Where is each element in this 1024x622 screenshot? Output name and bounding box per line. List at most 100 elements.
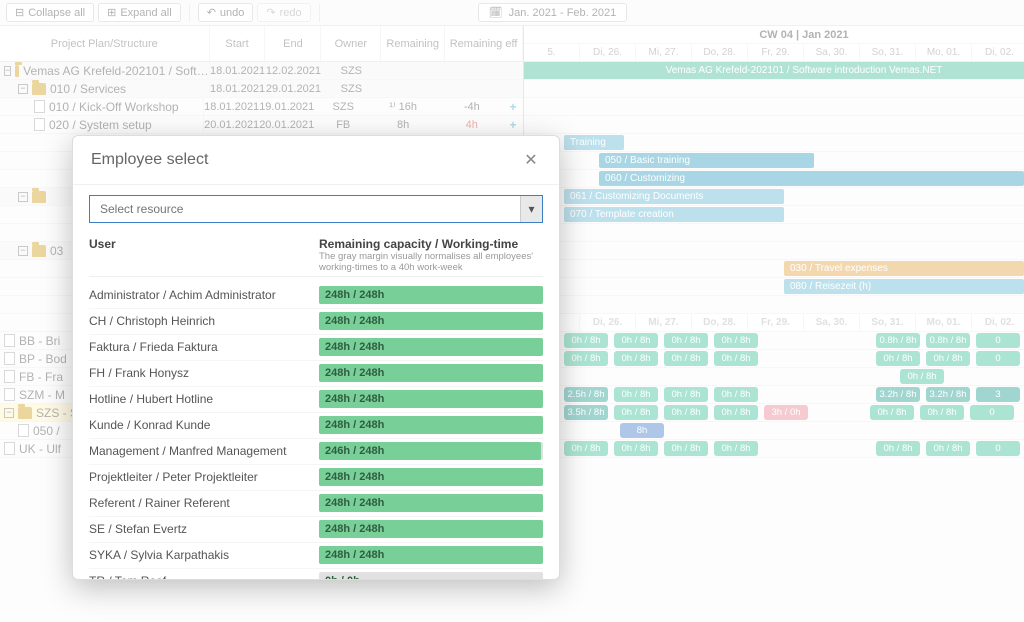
col-owner: Owner (321, 26, 381, 61)
list-header: User Remaining capacity / Working-time T… (89, 233, 543, 277)
user-row[interactable]: TR / Tom Reef0h / 0h (89, 569, 543, 579)
capacity-pill[interactable]: 0h / 8h (564, 333, 608, 348)
date-range-button[interactable]: 🗓 Jan. 2021 - Feb. 2021 (478, 3, 628, 22)
capacity-pill[interactable]: 0h / 8h (714, 441, 758, 456)
capacity-pill[interactable]: 0h / 8h (614, 351, 658, 366)
close-icon[interactable]: ✕ (521, 150, 541, 170)
user-list[interactable]: Administrator / Achim Administrator248h … (89, 283, 543, 579)
gantt-row: 050 / Basic training (524, 152, 1024, 170)
redo-button[interactable]: ↷ redo (257, 3, 310, 22)
capacity-pill[interactable]: 3 (976, 387, 1020, 402)
capacity-pill[interactable]: 8h (620, 423, 664, 438)
capacity-pill[interactable]: 0h / 8h (714, 333, 758, 348)
task-bar[interactable]: Training (564, 135, 624, 150)
task-bar[interactable]: 030 / Travel expenses (784, 261, 1024, 276)
tree-label: BP - Bod (19, 352, 67, 366)
task-bar[interactable]: 050 / Basic training (599, 153, 814, 168)
gantt-row: 0h / 8h (524, 368, 1024, 386)
user-row[interactable]: Hotline / Hubert Hotline248h / 248h (89, 387, 543, 413)
capacity-pill[interactable]: 0h / 8h (714, 387, 758, 402)
user-row[interactable]: Management / Manfred Management246h / 24… (89, 439, 543, 465)
task-bar[interactable]: 061 / Customizing Documents (564, 189, 784, 204)
capacity-pill[interactable]: 0h / 8h (664, 387, 708, 402)
add-icon[interactable]: + (509, 118, 523, 132)
capacity-pill[interactable]: 0h / 8h (714, 351, 758, 366)
capacity-pill[interactable]: 0h / 8h (664, 333, 708, 348)
cell: 18.01.2021 (210, 83, 266, 95)
user-row[interactable]: Faktura / Frieda Faktura248h / 248h (89, 335, 543, 361)
capacity-pill[interactable]: 0 (976, 333, 1020, 348)
capacity-pill[interactable]: 3.5h / 8h (564, 405, 608, 420)
gantt-row: 8h (524, 422, 1024, 440)
task-bar[interactable]: 080 / Reisezeit (h) (784, 279, 1024, 294)
capacity-pill[interactable]: 0h / 8h (614, 387, 658, 402)
capacity-pill[interactable]: 0h / 8h (564, 441, 608, 456)
user-row[interactable]: CH / Christoph Heinrich248h / 248h (89, 309, 543, 335)
combo-arrow-icon[interactable]: ▾ (520, 196, 542, 222)
capacity-pill[interactable]: 0.8h / 8h (876, 333, 920, 348)
capacity-pill[interactable]: 0h / 8h (664, 441, 708, 456)
capacity-pill[interactable]: 0h / 8h (714, 405, 758, 420)
toggle-icon[interactable]: − (4, 408, 14, 418)
capacity-pill[interactable]: 0h / 8h (664, 405, 708, 420)
user-row[interactable]: Kunde / Konrad Kunde248h / 248h (89, 413, 543, 439)
user-row[interactable]: SE / Stefan Evertz248h / 248h (89, 517, 543, 543)
capacity-pill[interactable]: 0h / 8h (926, 351, 970, 366)
day-cell: Mo, 01. (916, 314, 972, 331)
add-icon[interactable]: + (509, 100, 523, 114)
capacity-pill[interactable]: 0 (970, 405, 1014, 420)
capacity-pill[interactable]: 3.2h / 8h (926, 387, 970, 402)
capacity-pill[interactable]: 0h / 8h (876, 441, 920, 456)
tree-row[interactable]: −010 / Services18.01.202129.01.2021SZS (0, 80, 523, 98)
capacity-pill[interactable]: 0.8h / 8h (926, 333, 970, 348)
task-bar[interactable]: 060 / Customizing (599, 171, 1024, 186)
capacity-pill[interactable]: 0h / 8h (614, 333, 658, 348)
capacity-bar: 246h / 248h (319, 442, 543, 460)
undo-button[interactable]: ↶ undo (198, 3, 254, 22)
user-row[interactable]: FH / Frank Honysz248h / 248h (89, 361, 543, 387)
expand-all-button[interactable]: ⊞ Expand all (98, 3, 181, 22)
collapse-all-button[interactable]: ⊟ Collapse all (6, 3, 94, 22)
toggle-icon[interactable]: − (4, 66, 11, 76)
capacity-pill[interactable]: 0h / 8h (920, 405, 964, 420)
capacity-pill[interactable]: 0h / 8h (926, 441, 970, 456)
user-row[interactable]: SYKA / Sylvia Karpathakis248h / 248h (89, 543, 543, 569)
tree-row[interactable]: −Vemas AG Krefeld-202101 / Soft…18.01.20… (0, 62, 523, 80)
toggle-icon[interactable]: − (18, 84, 28, 94)
capacity-pill[interactable]: 0h / 8h (870, 405, 914, 420)
day-cell: Fr, 29. (748, 44, 804, 61)
capacity-pill[interactable]: 3.2h / 8h (876, 387, 920, 402)
capacity-pill[interactable]: 0h / 8h (614, 405, 658, 420)
capacity-pill[interactable]: 0 (976, 351, 1020, 366)
capacity-pill[interactable]: 2.5h / 8h (564, 387, 608, 402)
capacity-pill[interactable]: 0h / 8h (900, 369, 944, 384)
user-name: Management / Manfred Management (89, 444, 319, 458)
user-row[interactable]: Administrator / Achim Administrator248h … (89, 283, 543, 309)
tree-row[interactable]: 020 / System setup20.01.202120.01.2021FB… (0, 116, 523, 134)
capacity-pill[interactable]: 0 (976, 441, 1020, 456)
day-cell: Sa, 30. (804, 44, 860, 61)
toggle-icon[interactable]: − (18, 192, 28, 202)
day-cell: Do, 28. (692, 314, 748, 331)
tree-label: 020 / System setup (49, 118, 152, 132)
user-row[interactable]: Projektleiter / Peter Projektleiter248h … (89, 465, 543, 491)
capacity-pill[interactable]: 0h / 8h (564, 351, 608, 366)
expand-icon: ⊞ (107, 6, 116, 19)
tree-label: 050 / (33, 424, 60, 438)
gantt-row (524, 224, 1024, 242)
toggle-icon[interactable]: − (18, 246, 28, 256)
resource-combo[interactable]: ▾ (89, 195, 543, 223)
user-row[interactable]: Referent / Rainer Referent248h / 248h (89, 491, 543, 517)
resource-input[interactable] (90, 196, 520, 222)
gantt-row (524, 116, 1024, 134)
gantt-row: 060 / Customizing (524, 170, 1024, 188)
task-bar[interactable]: 070 / Template creation (564, 207, 784, 222)
capacity-pill[interactable]: 0h / 8h (876, 351, 920, 366)
redo-icon: ↷ (266, 6, 275, 19)
capacity-pill[interactable]: 3h / 0h (764, 405, 808, 420)
cell: 8h (372, 119, 434, 131)
capacity-pill[interactable]: 0h / 8h (614, 441, 658, 456)
capacity-pill[interactable]: 0h / 8h (664, 351, 708, 366)
user-name: Kunde / Konrad Kunde (89, 418, 319, 432)
tree-row[interactable]: 010 / Kick-Off Workshop18.01.202119.01.2… (0, 98, 523, 116)
